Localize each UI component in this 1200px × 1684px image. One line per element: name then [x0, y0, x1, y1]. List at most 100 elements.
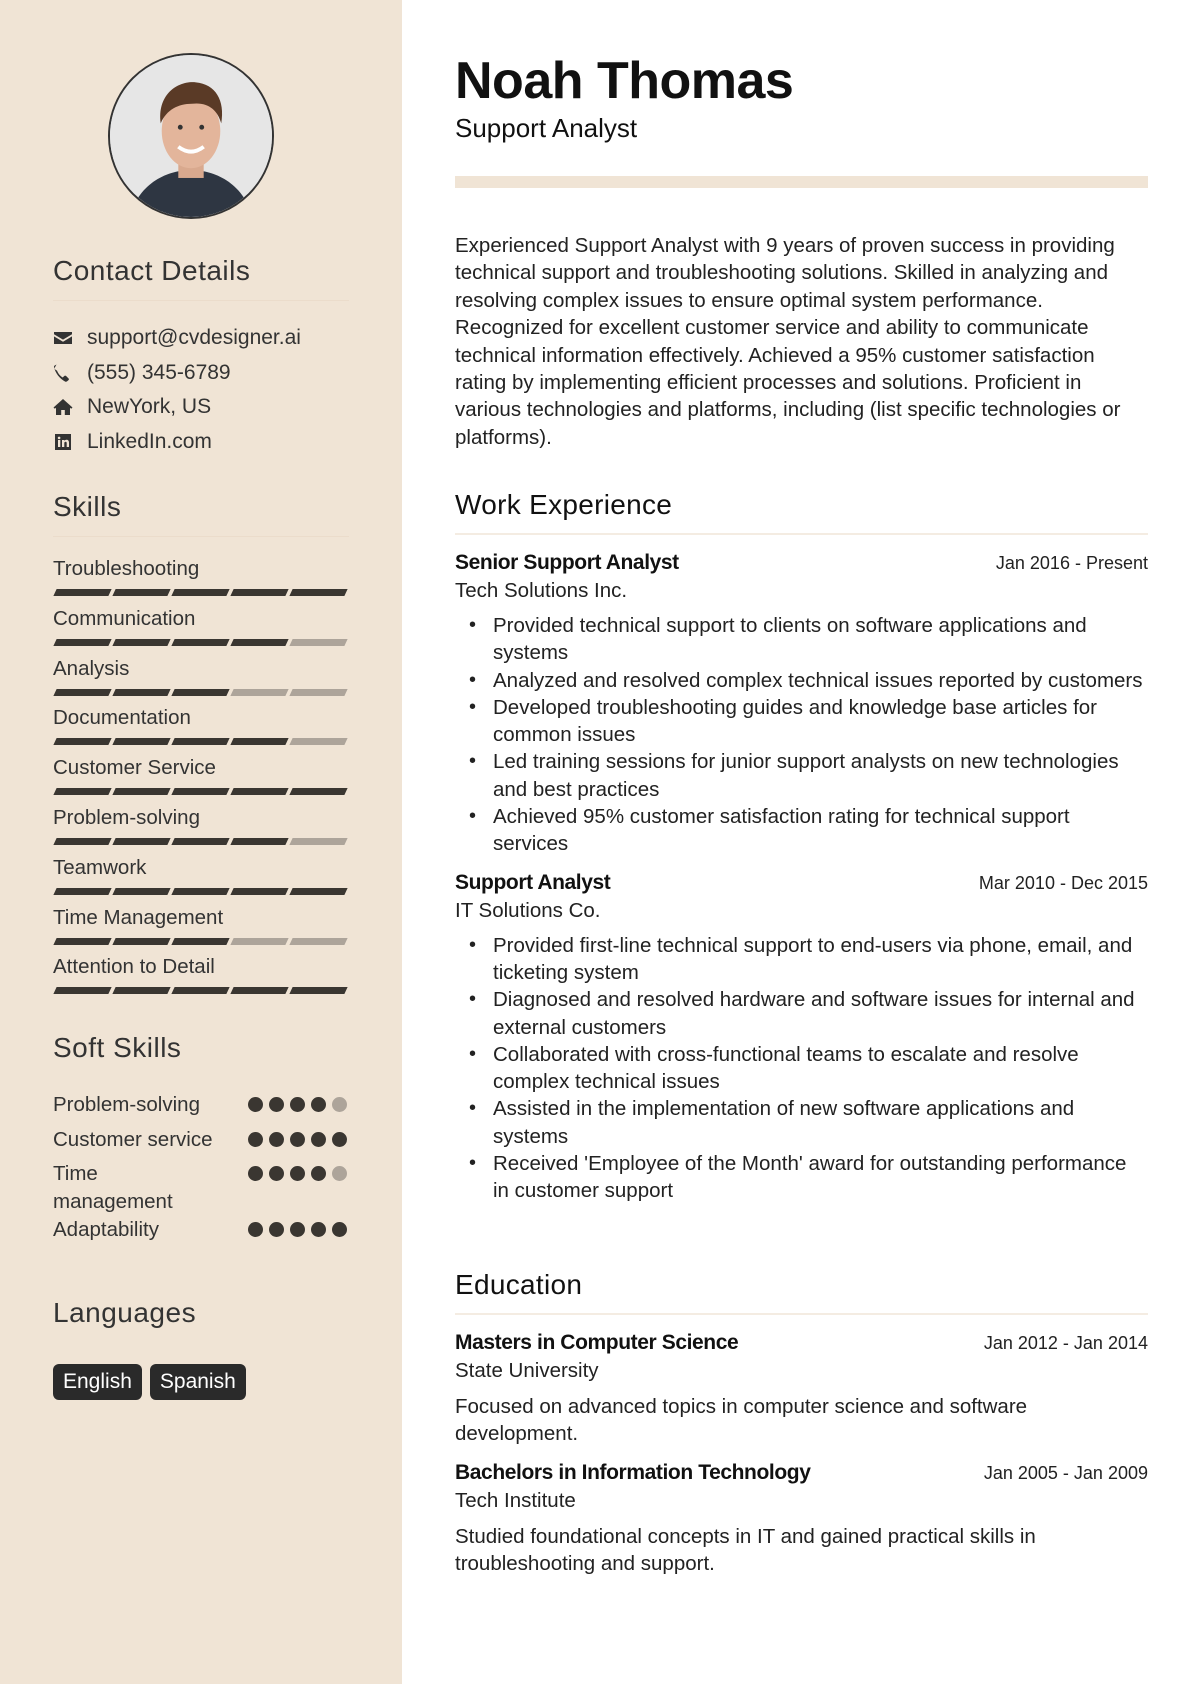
rating-segment-filled — [112, 738, 171, 746]
soft-skill-name: Adaptability — [53, 1218, 159, 1241]
rating-dot-filled — [248, 1131, 263, 1147]
soft-skills-title: Soft Skills — [53, 1032, 182, 1063]
rating-segment-filled — [112, 887, 171, 895]
rating-dot-filled — [311, 1166, 326, 1181]
job-company: Tech Solutions Inc. — [455, 579, 628, 602]
soft-skill-item: Problem-solving — [53, 1091, 349, 1126]
job-bullet: Collaborated with cross-functional teams… — [455, 1041, 1148, 1096]
summary-text: Experienced Support Analyst with 9 years… — [455, 234, 1121, 449]
rating-segment-filled — [289, 987, 348, 995]
rating-segment-filled — [53, 688, 112, 696]
rating-dot-filled — [269, 1097, 284, 1112]
rating-segment-filled — [53, 638, 112, 646]
rating-dot-empty — [332, 1166, 347, 1181]
rating-segment-filled — [230, 738, 289, 746]
rating-dot-empty — [332, 1097, 347, 1112]
skill-name: Attention to Detail — [53, 955, 215, 979]
header-accent-bar — [455, 176, 1148, 188]
rating-segment-filled — [171, 987, 230, 995]
rating-dot-filled — [248, 1097, 263, 1112]
skill-rating — [53, 788, 349, 796]
rating-segment-filled — [230, 788, 289, 796]
contact-phone[interactable]: (555) 345-6789 — [53, 356, 349, 391]
rating-segment-filled — [171, 638, 230, 646]
job-bullet: Developed troubleshooting guides and kno… — [455, 694, 1148, 749]
contact-section: Contact Details support@cvdesigner.ai (5… — [53, 254, 349, 459]
main-content: Noah Thomas Support Analyst Experienced … — [455, 0, 1148, 1684]
job-company: IT Solutions Co. — [455, 898, 601, 922]
rating-dot-filled — [332, 1131, 347, 1147]
rating-segment-filled — [230, 837, 289, 845]
job-dates: Jan 2016 - Present — [995, 553, 1148, 573]
contact-location: NewYork, US — [53, 390, 349, 425]
skill-rating — [53, 837, 349, 845]
rating-segment-filled — [53, 837, 112, 845]
education-entry: Bachelors in Information Technology Jan … — [455, 1459, 1148, 1578]
language-tag: English — [53, 1364, 142, 1400]
skill-name: Analysis — [53, 656, 130, 680]
job-entry: Senior Support Analyst Jan 2016 - Presen… — [455, 549, 1148, 858]
rating-dot-filled — [248, 1222, 263, 1237]
education-dates: Jan 2005 - Jan 2009 — [983, 1462, 1148, 1483]
skill-name: Time Management — [53, 905, 224, 929]
rating-segment-filled — [230, 887, 289, 895]
skills-section: Skills Troubleshooting Communication Analy… — [53, 490, 349, 1003]
skill-rating — [53, 738, 349, 746]
skill-item: Problem-solving — [53, 804, 349, 854]
skill-name: Problem-solving — [53, 805, 200, 829]
soft-skill-rating — [248, 1216, 347, 1237]
rating-segment-empty — [289, 937, 348, 945]
rating-dot-filled — [248, 1166, 263, 1181]
job-dates: Mar 2010 - Dec 2015 — [978, 872, 1148, 893]
rating-segment-filled — [171, 589, 230, 596]
job-bullet: Received 'Employee of the Month' award f… — [455, 1150, 1148, 1205]
contact-email-text: support@cvdesigner.ai — [87, 326, 301, 350]
rating-segment-filled — [53, 589, 112, 596]
soft-skills-section: Soft Skills Problem-solving Customer serv… — [53, 1031, 349, 1251]
contact-linkedin[interactable]: LinkedIn.com — [53, 425, 349, 460]
skill-item: Documentation — [53, 704, 349, 754]
skill-item: Communication — [53, 605, 349, 655]
contact-list: support@cvdesigner.ai (555) 345-6789 New… — [53, 321, 349, 459]
section-divider — [53, 536, 349, 537]
rating-dot-filled — [290, 1222, 305, 1237]
job-bullet: Provided first-line technical support to… — [455, 932, 1148, 987]
skill-rating — [53, 638, 349, 646]
contact-email[interactable]: support@cvdesigner.ai — [53, 321, 349, 356]
job-bullet: Achieved 95% customer satisfaction ratin… — [455, 803, 1148, 858]
contact-title: Contact Details — [53, 255, 251, 286]
candidate-name: Noah Thomas — [455, 52, 794, 110]
skill-name: Troubleshooting — [53, 557, 200, 580]
rating-segment-filled — [289, 788, 348, 796]
rating-segment-filled — [112, 987, 171, 995]
language-tag: Spanish — [149, 1364, 246, 1400]
education-entry: Masters in Computer Science Jan 2012 - J… — [455, 1329, 1148, 1448]
skill-name: Documentation — [53, 706, 191, 730]
contact-location-text: NewYork, US — [87, 395, 212, 419]
rating-segment-filled — [230, 987, 289, 995]
linkedin-icon — [53, 432, 73, 452]
rating-segment-filled — [230, 589, 289, 596]
skill-item: Time Management — [53, 904, 349, 954]
rating-segment-filled — [171, 688, 230, 696]
contact-phone-text: (555) 345-6789 — [87, 360, 231, 384]
degree-title: Bachelors in Information Technology — [455, 1460, 811, 1484]
section-divider — [455, 533, 1148, 535]
skill-rating — [53, 688, 349, 696]
skill-rating — [53, 987, 349, 995]
skill-name: Teamwork — [53, 855, 147, 879]
rating-segment-filled — [171, 738, 230, 746]
rating-dot-filled — [311, 1131, 326, 1147]
job-bullet: Diagnosed and resolved hardware and soft… — [455, 986, 1148, 1041]
rating-segment-filled — [112, 837, 171, 845]
rating-dot-filled — [290, 1097, 305, 1112]
rating-segment-filled — [53, 788, 112, 796]
soft-skill-item: Adaptability — [53, 1216, 349, 1251]
education-dates: Jan 2012 - Jan 2014 — [983, 1333, 1148, 1353]
rating-segment-filled — [112, 589, 171, 596]
language-tags: English Spanish — [53, 1364, 349, 1400]
skill-item: Teamwork — [53, 854, 349, 904]
rating-segment-filled — [53, 987, 112, 995]
rating-dot-filled — [290, 1131, 305, 1147]
job-bullet: Provided technical support to clients on… — [455, 612, 1148, 667]
